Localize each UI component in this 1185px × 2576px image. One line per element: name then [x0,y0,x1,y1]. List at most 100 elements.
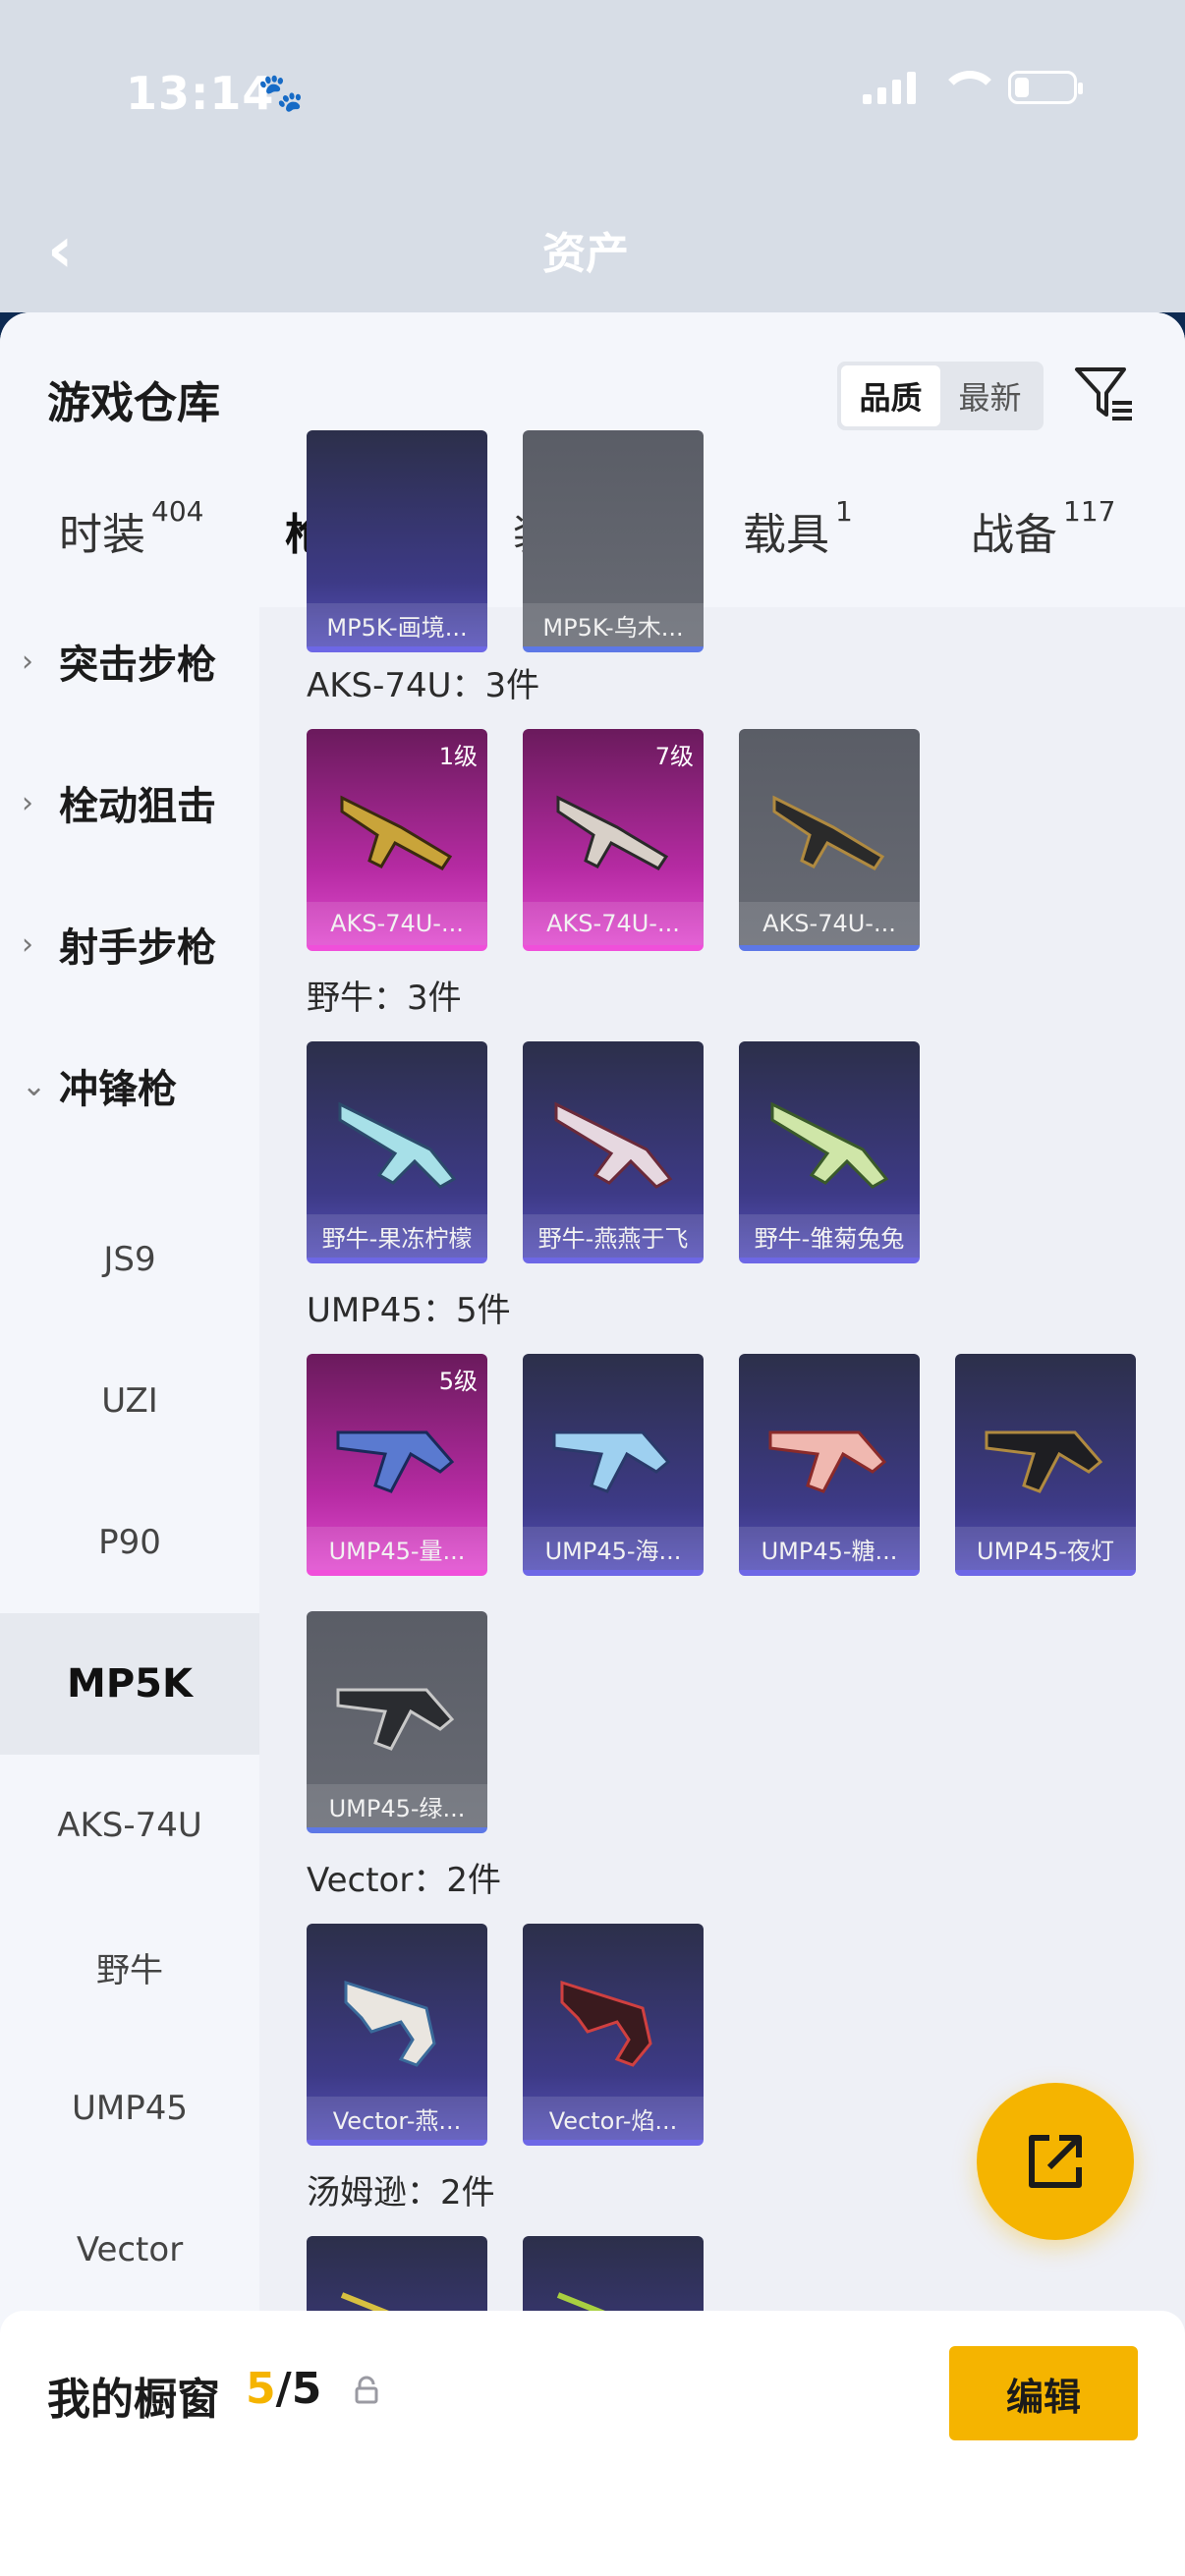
item-level: 1级 [438,743,478,770]
gun-image [338,1101,457,1189]
sheet-title: 游戏仓库 [47,378,220,428]
group-title-ump45: UMP45：5件 [307,1291,511,1330]
tab-count: 404 [151,495,204,528]
item-label: 野牛-雏菊兔兔 [739,1214,920,1258]
sidebar-item-vector[interactable]: Vector [0,2179,259,2321]
item-label: Vector-燕... [307,2097,487,2140]
sidebar-item-aks74u[interactable]: AKS-74U [0,1755,259,1896]
gun-image [556,795,669,870]
showcase-title: 我的橱窗 [47,2375,220,2425]
edit-button[interactable]: 编辑 [949,2346,1138,2440]
gun-image [554,1101,673,1189]
item-card[interactable]: 野牛-雏菊兔兔 [739,1041,920,1263]
tab-vehicles[interactable]: 载具 1 [743,495,853,562]
signal-icon [863,71,916,104]
item-label: UMP45-夜灯 [955,1527,1136,1570]
tab-label: 战备 [971,510,1057,560]
item-label: MP5K-乌木... [523,603,704,646]
tab-fashion[interactable]: 时装 404 [59,495,203,562]
item-label: 野牛-燕燕于飞 [523,1214,704,1258]
item-card[interactable]: Vector-燕... [307,1924,487,2146]
tab-count: 117 [1063,495,1116,528]
gun-image [768,1430,887,1493]
gun-image [985,1430,1103,1493]
item-card[interactable]: UMP45-糖... [739,1354,920,1576]
chevron-down-icon: ⌄ [22,1068,47,1103]
group-title-aks74u: AKS-74U：3件 [307,666,540,705]
warehouse-sheet: 游戏仓库 品质 最新 时装404 枪械180 装备215 载具1 [0,312,1185,2576]
filter-icon[interactable] [1071,360,1136,424]
sidebar-category-assault-rifle[interactable]: › 突击步枪 [22,633,216,690]
item-label: UMP45-绿... [307,1784,487,1827]
item-card[interactable]: 5级 UMP45-量... [307,1354,487,1576]
sidebar-item-mp5k[interactable]: MP5K [0,1613,259,1755]
item-card[interactable]: UMP45-夜灯 [955,1354,1136,1576]
gun-image [560,1980,652,2067]
sidebar-item-ump45[interactable]: UMP45 [0,2038,259,2179]
item-card[interactable]: UMP45-海... [523,1354,704,1576]
group-title-thompson: 汤姆逊：2件 [307,2173,495,2212]
item-level: 7级 [654,743,694,770]
sidebar-item-uzi[interactable]: UZI [0,1330,259,1472]
item-label: UMP45-海... [523,1527,704,1570]
group-title-vector: Vector：2件 [307,1861,501,1900]
chevron-right-icon: › [22,644,33,679]
item-label: UMP45-糖... [739,1527,920,1570]
wifi-icon [939,71,1000,104]
item-label: AKS-74U-... [307,902,487,945]
item-grid: MP5K-画境... MP5K-乌木... AKS-74U：3件 1级 AKS-… [259,430,1185,2576]
item-label: 野牛-果冻柠檬 [307,1214,487,1258]
sidebar-category-label: 突击步枪 [59,643,216,688]
gun-image [770,1101,889,1189]
item-card[interactable]: AKS-74U-... [739,729,920,951]
item-card[interactable]: MP5K-乌木... [523,430,704,652]
paw-icon: 🐾 [257,71,305,114]
gun-image [336,1688,455,1751]
item-level: 5级 [438,1368,478,1395]
gun-image [340,795,453,870]
showcase-total: /5 [275,2364,322,2414]
gun-image [336,1430,455,1493]
showcase-bar: 我的橱窗 5/5 编辑 [0,2311,1185,2576]
status-bar: 13:14 🐾 [0,59,1185,128]
chevron-right-icon: › [22,926,33,962]
item-card[interactable]: MP5K-画境... [307,430,487,652]
item-card[interactable]: 野牛-果冻柠檬 [307,1041,487,1263]
background-title: 资产 [542,229,629,279]
status-icons [863,71,1083,104]
sidebar-category-label: 冲锋枪 [59,1067,177,1112]
sidebar-category-bolt-sniper[interactable]: › 栓动狙击 [22,774,216,831]
item-card[interactable]: 7级 AKS-74U-... [523,729,704,951]
sidebar-item-js9[interactable]: JS9 [0,1189,259,1330]
back-icon[interactable]: ‹ [47,214,73,287]
sidebar-item-p90[interactable]: P90 [0,1472,259,1613]
item-label: MP5K-画境... [307,603,487,646]
tab-label: 时装 [59,510,145,560]
chevron-right-icon: › [22,785,33,820]
sidebar: › 突击步枪 › 栓动狙击 › 射手步枪 ⌄ 冲锋枪 JS9 UZI P90 M… [0,607,259,2576]
item-card[interactable]: UMP45-绿... [307,1611,487,1833]
status-time: 13:14 [126,67,275,120]
item-label: UMP45-量... [307,1527,487,1570]
sort-option-quality[interactable]: 品质 [841,365,940,426]
item-card[interactable]: 1级 AKS-74U-... [307,729,487,951]
tab-count: 1 [835,495,853,528]
item-card[interactable]: Vector-焰... [523,1924,704,2146]
tab-tactical[interactable]: 战备 117 [971,495,1115,562]
item-label: AKS-74U-... [523,902,704,945]
sort-option-newest[interactable]: 最新 [940,365,1040,426]
group-title-bison: 野牛：3件 [307,979,462,1018]
share-icon [1029,2135,1082,2188]
sidebar-category-label: 栓动狙击 [59,784,216,829]
share-button[interactable] [977,2083,1134,2240]
sidebar-category-smg[interactable]: ⌄ 冲锋枪 [22,1057,177,1114]
showcase-current: 5 [246,2364,276,2414]
showcase-count: 5/5 [246,2364,321,2414]
sidebar-category-label: 射手步枪 [59,925,216,971]
gun-image [772,795,885,870]
sidebar-category-marksman-rifle[interactable]: › 射手步枪 [22,916,216,973]
gun-image [552,1430,671,1493]
sidebar-item-bison[interactable]: 野牛 [0,1896,259,2038]
item-card[interactable]: 野牛-燕燕于飞 [523,1041,704,1263]
sort-toggle[interactable]: 品质 最新 [837,362,1044,430]
